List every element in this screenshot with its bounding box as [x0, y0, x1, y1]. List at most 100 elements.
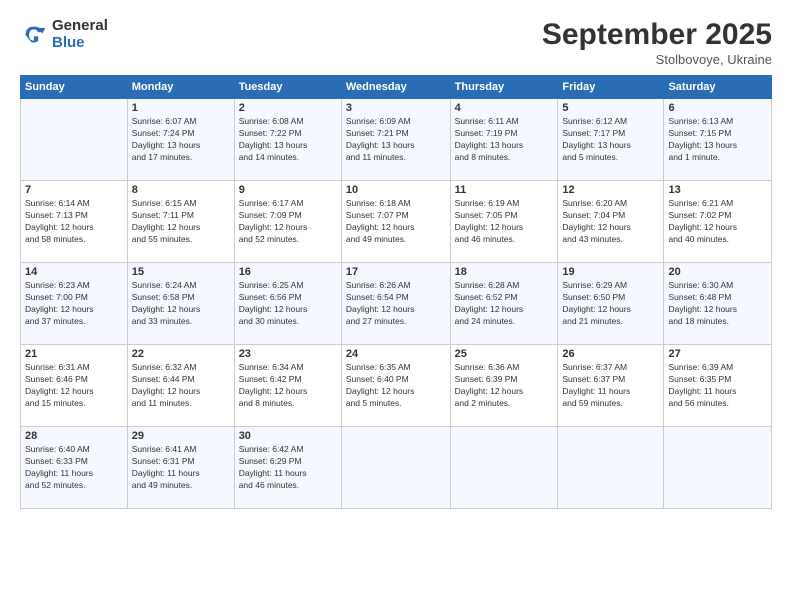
day-info: Sunrise: 6:36 AM Sunset: 6:39 PM Dayligh… — [455, 362, 554, 410]
table-row: 5 Sunrise: 6:12 AM Sunset: 7:17 PM Daylig… — [558, 99, 664, 181]
table-row: 11Sunrise: 6:19 AM Sunset: 7:05 PM Dayli… — [450, 181, 558, 263]
table-row: 27 Sunrise: 6:39 AM Sunset: 6:35 PM Dayli… — [664, 345, 772, 427]
page: General Blue September 2025 Stolbovoye, … — [0, 0, 792, 612]
col-friday: Friday — [558, 76, 664, 99]
logo-icon — [20, 21, 48, 49]
table-row: 1 Sunrise: 6:07 AM Sunset: 7:24 PM Daylig… — [127, 99, 234, 181]
table-row: 19Sunrise: 6:29 AM Sunset: 6:50 PM Dayli… — [558, 263, 664, 345]
day-info: Sunrise: 6:42 AM Sunset: 6:29 PM Dayligh… — [239, 444, 337, 492]
calendar-table: Sunday Monday Tuesday Wednesday Thursday… — [20, 75, 772, 509]
logo: General Blue — [20, 18, 108, 51]
table-row: 4 Sunrise: 6:11 AM Sunset: 7:19 PM Daylig… — [450, 99, 558, 181]
table-row: 16Sunrise: 6:25 AM Sunset: 6:56 PM Dayli… — [234, 263, 341, 345]
table-row — [664, 427, 772, 509]
table-row: 23Sunrise: 6:34 AM Sunset: 6:42 PM Dayli… — [234, 345, 341, 427]
day-info: Sunrise: 6:30 AM Sunset: 6:48 PM Dayligh… — [668, 280, 767, 328]
day-number: 5 — [562, 102, 659, 114]
day-info: Sunrise: 6:39 AM Sunset: 6:35 PM Dayligh… — [668, 362, 767, 410]
day-number: 2 — [239, 102, 337, 114]
table-row: 26Sunrise: 6:37 AM Sunset: 6:37 PM Dayli… — [558, 345, 664, 427]
table-row — [341, 427, 450, 509]
day-number: 30 — [239, 430, 337, 442]
day-number: 25 — [455, 348, 554, 360]
day-info: Sunrise: 6:09 AM Sunset: 7:21 PM Dayligh… — [346, 116, 446, 164]
calendar-week-5: 28 Sunrise: 6:40 AM Sunset: 6:33 PM Dayli… — [21, 427, 772, 509]
day-number: 13 — [668, 184, 767, 196]
table-row: 9 Sunrise: 6:17 AM Sunset: 7:09 PM Daylig… — [234, 181, 341, 263]
table-row: 28 Sunrise: 6:40 AM Sunset: 6:33 PM Dayli… — [21, 427, 128, 509]
table-row — [558, 427, 664, 509]
day-number: 23 — [239, 348, 337, 360]
day-info: Sunrise: 6:23 AM Sunset: 7:00 PM Dayligh… — [25, 280, 123, 328]
day-info: Sunrise: 6:31 AM Sunset: 6:46 PM Dayligh… — [25, 362, 123, 410]
day-info: Sunrise: 6:40 AM Sunset: 6:33 PM Dayligh… — [25, 444, 123, 492]
table-row: 25 Sunrise: 6:36 AM Sunset: 6:39 PM Dayli… — [450, 345, 558, 427]
table-row: 8 Sunrise: 6:15 AM Sunset: 7:11 PM Daylig… — [127, 181, 234, 263]
day-info: Sunrise: 6:28 AM Sunset: 6:52 PM Dayligh… — [455, 280, 554, 328]
day-info: Sunrise: 6:13 AM Sunset: 7:15 PM Dayligh… — [668, 116, 767, 164]
day-info: Sunrise: 6:17 AM Sunset: 7:09 PM Dayligh… — [239, 198, 337, 246]
location: Stolbovoye, Ukraine — [542, 52, 772, 67]
col-tuesday: Tuesday — [234, 76, 341, 99]
col-thursday: Thursday — [450, 76, 558, 99]
day-number: 18 — [455, 266, 554, 278]
day-info: Sunrise: 6:25 AM Sunset: 6:56 PM Dayligh… — [239, 280, 337, 328]
day-info: Sunrise: 6:12 AM Sunset: 7:17 PM Dayligh… — [562, 116, 659, 164]
table-row: 18 Sunrise: 6:28 AM Sunset: 6:52 PM Dayli… — [450, 263, 558, 345]
table-row: 21 Sunrise: 6:31 AM Sunset: 6:46 PM Dayli… — [21, 345, 128, 427]
col-saturday: Saturday — [664, 76, 772, 99]
day-number: 4 — [455, 102, 554, 114]
day-number: 6 — [668, 102, 767, 114]
table-row — [21, 99, 128, 181]
table-row: 7 Sunrise: 6:14 AM Sunset: 7:13 PM Daylig… — [21, 181, 128, 263]
table-row: 17Sunrise: 6:26 AM Sunset: 6:54 PM Dayli… — [341, 263, 450, 345]
day-number: 10 — [346, 184, 446, 196]
table-row: 29 Sunrise: 6:41 AM Sunset: 6:31 PM Dayli… — [127, 427, 234, 509]
day-number: 19 — [562, 266, 659, 278]
day-number: 24 — [346, 348, 446, 360]
table-row — [450, 427, 558, 509]
col-wednesday: Wednesday — [341, 76, 450, 99]
day-number: 1 — [132, 102, 230, 114]
day-info: Sunrise: 6:19 AM Sunset: 7:05 PM Dayligh… — [455, 198, 554, 246]
table-row: 14Sunrise: 6:23 AM Sunset: 7:00 PM Dayli… — [21, 263, 128, 345]
calendar-week-1: 1 Sunrise: 6:07 AM Sunset: 7:24 PM Daylig… — [21, 99, 772, 181]
month-title: September 2025 — [542, 18, 772, 52]
title-block: September 2025 Stolbovoye, Ukraine — [542, 18, 772, 67]
day-info: Sunrise: 6:07 AM Sunset: 7:24 PM Dayligh… — [132, 116, 230, 164]
col-sunday: Sunday — [21, 76, 128, 99]
table-row: 10 Sunrise: 6:18 AM Sunset: 7:07 PM Dayli… — [341, 181, 450, 263]
day-number: 9 — [239, 184, 337, 196]
day-number: 8 — [132, 184, 230, 196]
table-row: 12Sunrise: 6:20 AM Sunset: 7:04 PM Dayli… — [558, 181, 664, 263]
calendar-week-3: 14Sunrise: 6:23 AM Sunset: 7:00 PM Dayli… — [21, 263, 772, 345]
day-number: 20 — [668, 266, 767, 278]
calendar-week-4: 21 Sunrise: 6:31 AM Sunset: 6:46 PM Dayli… — [21, 345, 772, 427]
day-info: Sunrise: 6:14 AM Sunset: 7:13 PM Dayligh… — [25, 198, 123, 246]
day-number: 22 — [132, 348, 230, 360]
day-info: Sunrise: 6:35 AM Sunset: 6:40 PM Dayligh… — [346, 362, 446, 410]
day-info: Sunrise: 6:24 AM Sunset: 6:58 PM Dayligh… — [132, 280, 230, 328]
day-info: Sunrise: 6:18 AM Sunset: 7:07 PM Dayligh… — [346, 198, 446, 246]
day-number: 7 — [25, 184, 123, 196]
day-info: Sunrise: 6:15 AM Sunset: 7:11 PM Dayligh… — [132, 198, 230, 246]
table-row: 30 Sunrise: 6:42 AM Sunset: 6:29 PM Dayli… — [234, 427, 341, 509]
table-row: 6 Sunrise: 6:13 AM Sunset: 7:15 PM Daylig… — [664, 99, 772, 181]
header: General Blue September 2025 Stolbovoye, … — [20, 18, 772, 67]
table-row: 3Sunrise: 6:09 AM Sunset: 7:21 PM Daylig… — [341, 99, 450, 181]
day-info: Sunrise: 6:41 AM Sunset: 6:31 PM Dayligh… — [132, 444, 230, 492]
day-number: 27 — [668, 348, 767, 360]
day-number: 21 — [25, 348, 123, 360]
day-number: 29 — [132, 430, 230, 442]
table-row: 2Sunrise: 6:08 AM Sunset: 7:22 PM Daylig… — [234, 99, 341, 181]
table-row: 15Sunrise: 6:24 AM Sunset: 6:58 PM Dayli… — [127, 263, 234, 345]
logo-general-text: General — [52, 18, 108, 35]
day-number: 28 — [25, 430, 123, 442]
table-row: 22 Sunrise: 6:32 AM Sunset: 6:44 PM Dayli… — [127, 345, 234, 427]
day-info: Sunrise: 6:37 AM Sunset: 6:37 PM Dayligh… — [562, 362, 659, 410]
day-info: Sunrise: 6:11 AM Sunset: 7:19 PM Dayligh… — [455, 116, 554, 164]
table-row: 24 Sunrise: 6:35 AM Sunset: 6:40 PM Dayli… — [341, 345, 450, 427]
day-info: Sunrise: 6:26 AM Sunset: 6:54 PM Dayligh… — [346, 280, 446, 328]
day-number: 12 — [562, 184, 659, 196]
day-info: Sunrise: 6:32 AM Sunset: 6:44 PM Dayligh… — [132, 362, 230, 410]
